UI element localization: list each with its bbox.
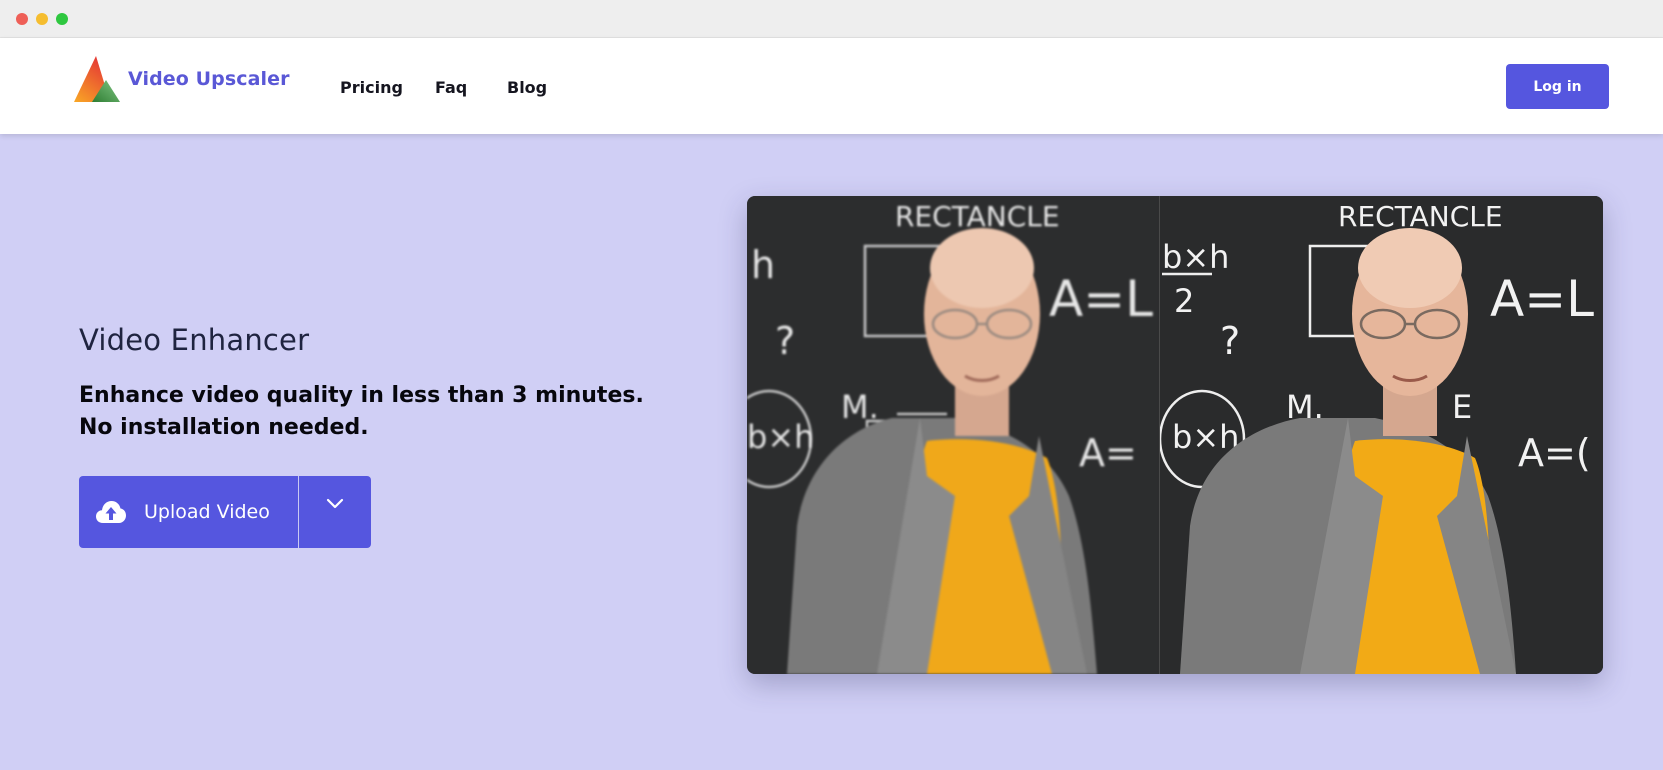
board-text-a-eq: A= <box>1079 431 1137 475</box>
maximize-window-button[interactable] <box>56 13 68 25</box>
board-text-a-eq-after: A=( <box>1518 431 1591 475</box>
hero-title: Video Enhancer <box>79 323 310 357</box>
board-text-area: A=L <box>1049 270 1153 328</box>
upload-button-group: Upload Video <box>79 476 371 548</box>
board-text-m: M. <box>841 388 879 426</box>
after-video-frame: RECTANCLE b×h 2 ? A=L M. E b×h A=( <box>1160 196 1603 674</box>
chevron-down-icon <box>326 498 344 509</box>
board-text-question-after: ? <box>1220 319 1240 363</box>
site-header: Video Upscaler Pricing Faq Blog Log in <box>0 38 1663 134</box>
before-after-comparison[interactable]: RECTANCLE h ? A=L M. b×h A= RECTANCLE b×… <box>747 196 1603 674</box>
logo-text: Video Upscaler <box>128 68 290 90</box>
upload-options-dropdown[interactable] <box>299 476 371 548</box>
nav-faq-link[interactable]: Faq <box>435 78 467 97</box>
close-window-button[interactable] <box>16 13 28 25</box>
board-text-rectancle: RECTANCLE <box>895 200 1060 233</box>
board-text-bxh: b×h <box>747 418 814 456</box>
browser-window-bar <box>0 0 1663 38</box>
upload-video-label: Upload Video <box>144 501 270 523</box>
board-text-question: ? <box>775 319 795 363</box>
nav-blog-link[interactable]: Blog <box>507 78 547 97</box>
nav-pricing-link[interactable]: Pricing <box>340 78 403 97</box>
minimize-window-button[interactable] <box>36 13 48 25</box>
logo-link[interactable]: Video Upscaler <box>72 54 290 104</box>
board-text-two: 2 <box>1174 282 1194 320</box>
before-video-frame: RECTANCLE h ? A=L M. b×h A= <box>747 196 1160 674</box>
board-text-rectancle-after: RECTANCLE <box>1338 200 1503 233</box>
board-text-h: h <box>751 243 775 287</box>
cloud-upload-icon <box>96 501 126 523</box>
board-text-e-after: E <box>1452 388 1472 426</box>
upload-video-button[interactable]: Upload Video <box>79 476 298 548</box>
board-text-area-after: A=L <box>1490 270 1594 328</box>
hero-subtitle: Enhance video quality in less than 3 min… <box>79 383 644 440</box>
board-text-bxh-top: b×h <box>1162 238 1229 276</box>
board-text-bxh-after: b×h <box>1172 418 1239 456</box>
login-button[interactable]: Log in <box>1506 64 1609 109</box>
triangle-logo-icon <box>74 56 120 102</box>
